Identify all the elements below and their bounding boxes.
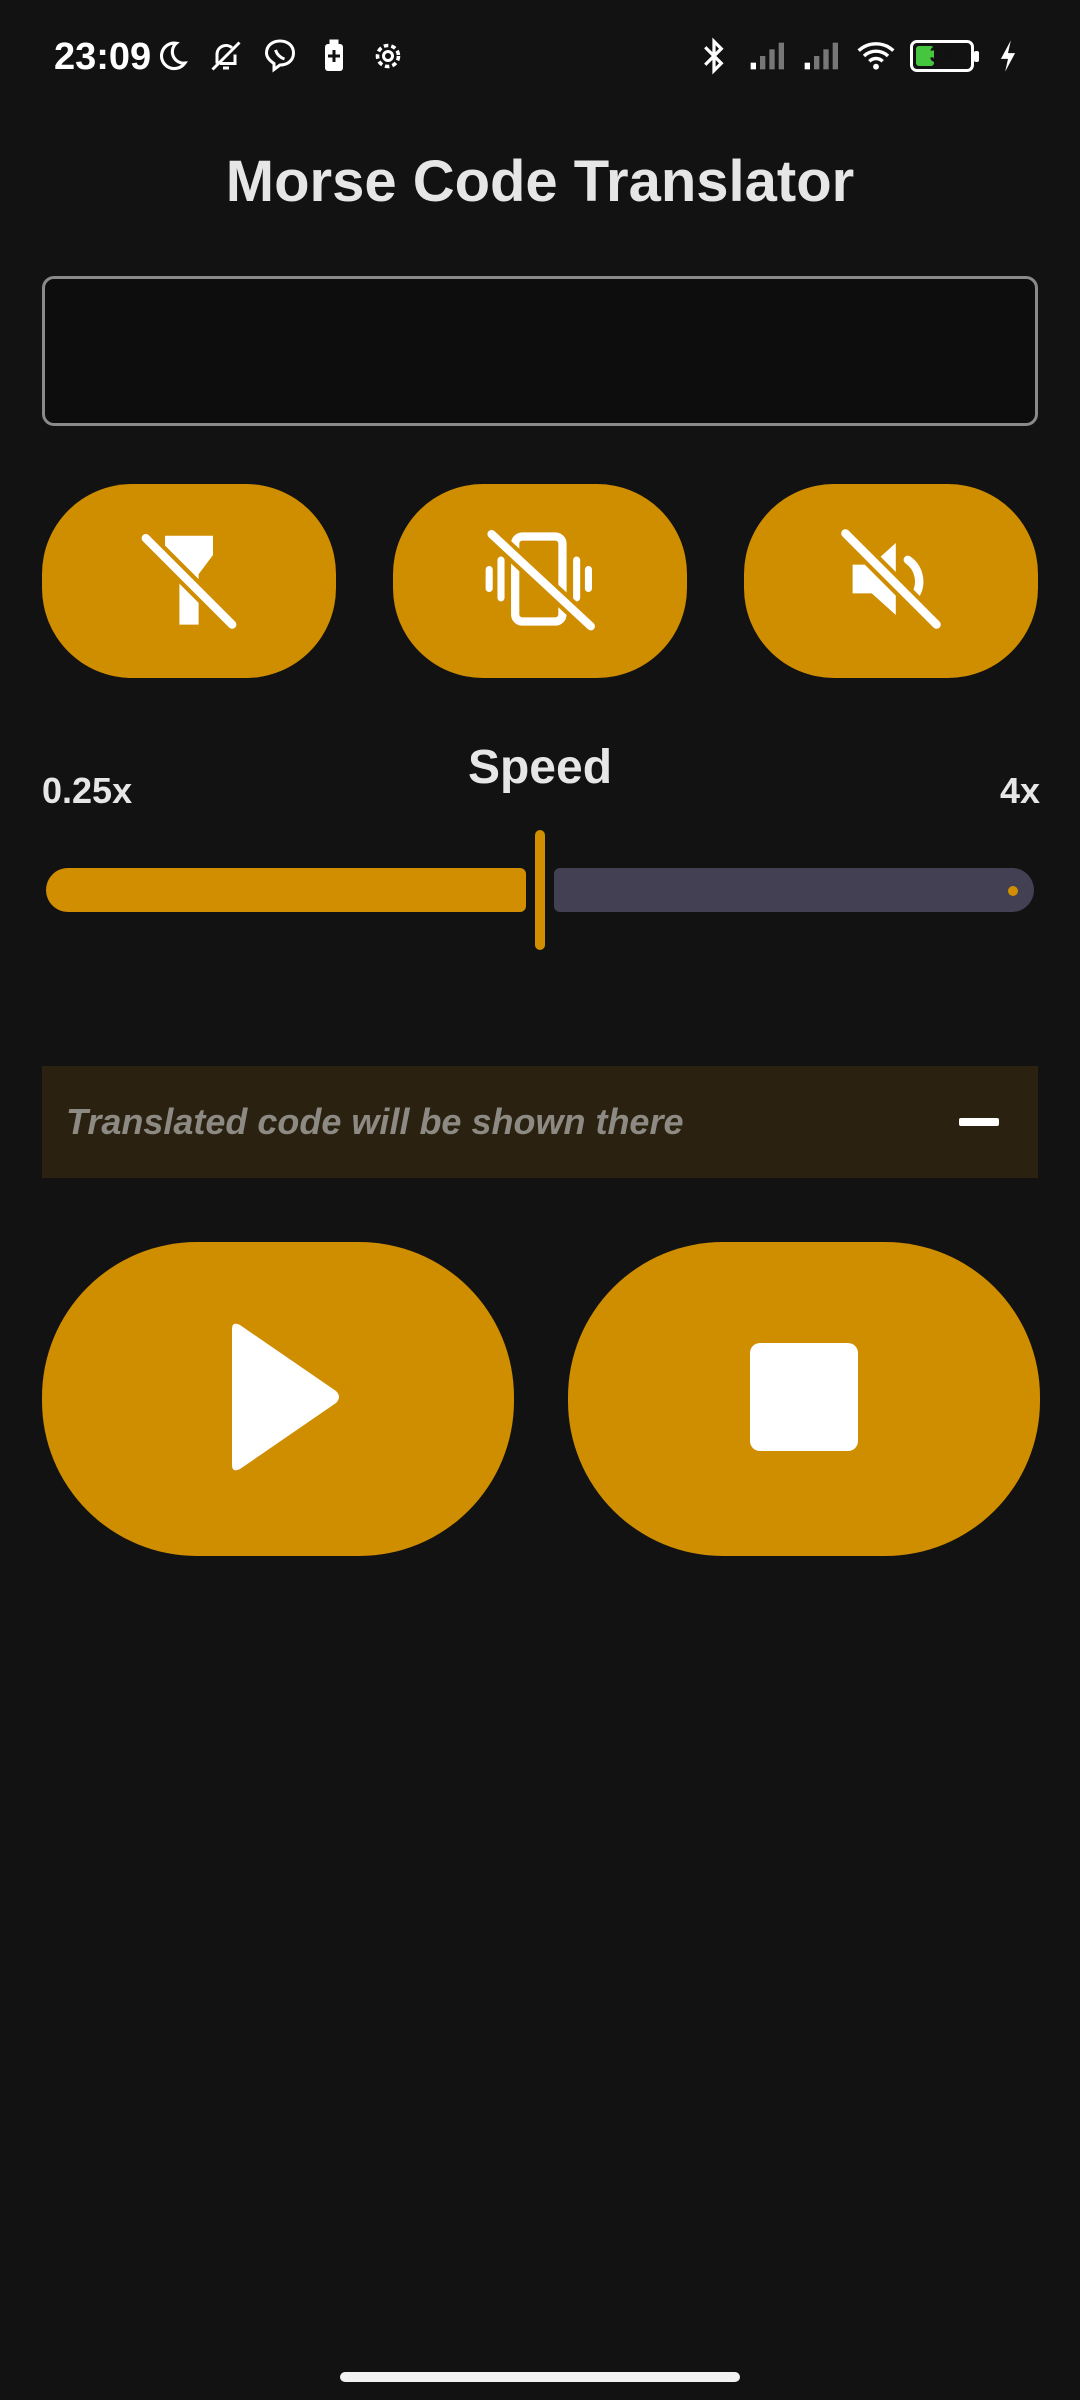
settings-icon — [368, 36, 408, 76]
play-button[interactable] — [42, 1242, 514, 1556]
slider-inactive-track — [554, 868, 1034, 912]
charging-icon — [988, 36, 1028, 76]
volume-off-icon — [831, 519, 951, 644]
output-placeholder: Translated code will be shown there — [66, 1101, 684, 1142]
speed-label: Speed — [467, 741, 613, 794]
flashlight-off-icon — [129, 519, 249, 644]
vibration-toggle-button[interactable] — [393, 484, 687, 678]
moon-icon — [152, 36, 192, 76]
slider-active-track — [46, 868, 526, 912]
vibration-off-icon — [475, 519, 605, 644]
text-input-container[interactable] — [42, 276, 1038, 426]
speed-max-label: 4x — [999, 770, 1040, 811]
minus-icon[interactable] — [958, 1101, 1000, 1143]
status-time: 23:09 — [54, 36, 152, 78]
stop-icon — [748, 1341, 860, 1458]
status-bar: 23:09 34 — [0, 0, 1080, 116]
speed-slider[interactable] — [46, 826, 1034, 952]
status-right-icons: 34 — [694, 36, 1028, 76]
slider-thumb[interactable] — [535, 830, 545, 950]
wifi-icon — [856, 36, 896, 76]
speed-min-label: 0.25x — [42, 770, 133, 811]
home-indicator[interactable] — [340, 2372, 740, 2382]
play-icon — [208, 1317, 348, 1482]
text-input[interactable] — [45, 279, 1035, 423]
battery-level: 34 — [929, 42, 955, 67]
status-left-icons — [152, 36, 408, 76]
viber-icon — [260, 36, 300, 76]
bluetooth-icon — [694, 36, 734, 76]
stop-button[interactable] — [568, 1242, 1040, 1556]
battery-nub — [974, 51, 979, 62]
signal-2-icon — [802, 36, 842, 76]
translated-output: Translated code will be shown there — [42, 1066, 1038, 1178]
bell-off-icon — [206, 36, 246, 76]
signal-1-icon — [748, 36, 788, 76]
slider-stop-indicator — [1008, 886, 1018, 896]
flashlight-toggle-button[interactable] — [42, 484, 336, 678]
battery-indicator: 34 — [910, 40, 979, 72]
sound-toggle-button[interactable] — [744, 484, 1038, 678]
page-title: Morse Code Translator — [225, 149, 855, 214]
battery-saver-icon — [314, 36, 354, 76]
